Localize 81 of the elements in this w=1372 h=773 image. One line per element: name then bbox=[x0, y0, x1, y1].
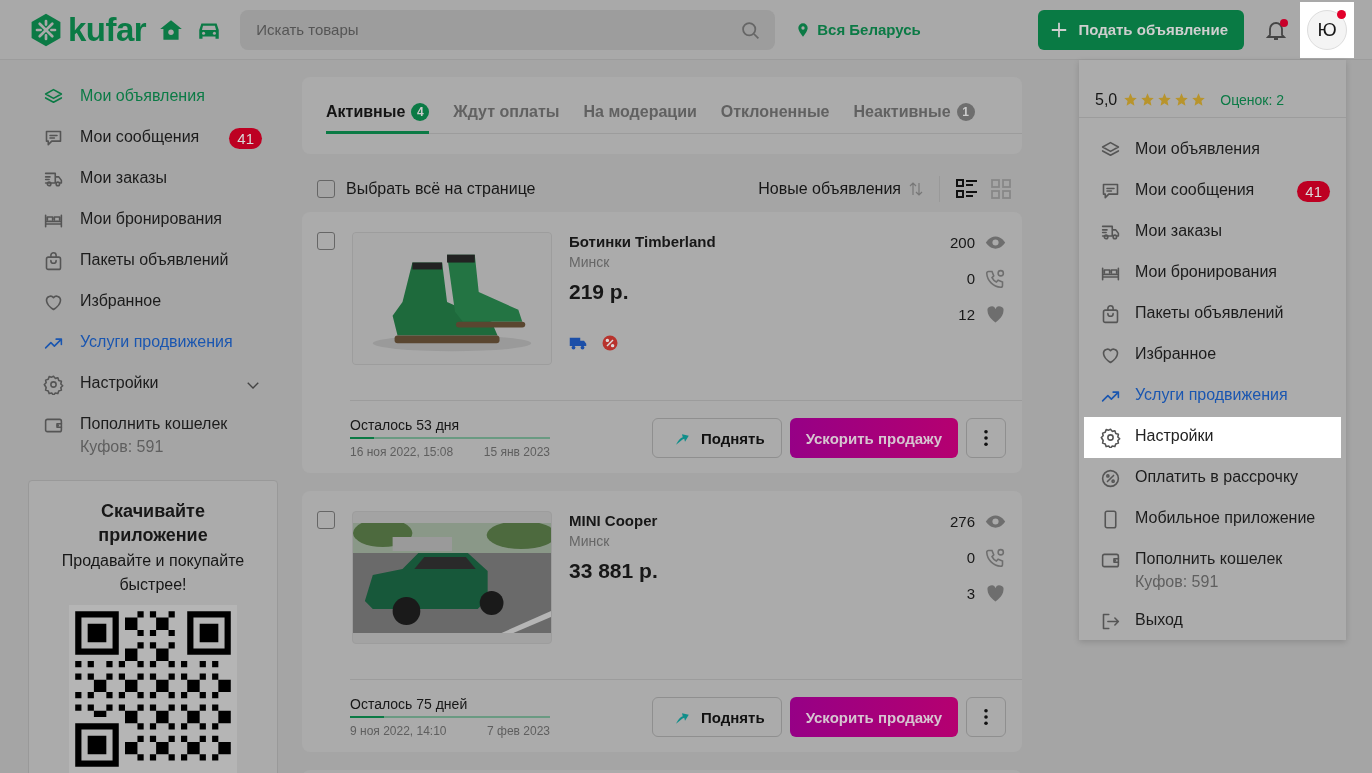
menu-item[interactable]: Мобильное приложение bbox=[1084, 499, 1341, 540]
views-count: 200 bbox=[949, 234, 975, 251]
sidebar-item[interactable]: Мои заказы bbox=[28, 159, 278, 200]
phone-call-icon bbox=[985, 268, 1006, 289]
likes-count: 3 bbox=[966, 585, 975, 602]
menu-item[interactable]: Мои бронирования bbox=[1084, 253, 1341, 294]
start-date: 16 ноя 2022, 15:08 bbox=[350, 445, 454, 459]
boost-sale-button[interactable]: Ускорить продажу bbox=[789, 418, 958, 458]
count-badge: 41 bbox=[229, 128, 262, 149]
menu-item[interactable]: Настройки bbox=[1084, 417, 1341, 458]
likes-count: 12 bbox=[958, 306, 975, 323]
boost-sale-button[interactable]: Ускорить продажу bbox=[789, 697, 958, 737]
more-icon bbox=[983, 429, 989, 447]
listing-price: 219 р. bbox=[569, 280, 630, 304]
gear-icon bbox=[1100, 427, 1121, 448]
star-icon bbox=[1140, 92, 1156, 107]
listing-title[interactable]: Ботинки Timberland bbox=[569, 233, 933, 250]
promo-text: Продавайте и покупайте быстрее! bbox=[60, 551, 246, 595]
listing-price: 33 881 р. bbox=[569, 559, 659, 583]
calls-count: 0 bbox=[966, 549, 975, 566]
listing-city: Минск bbox=[569, 254, 611, 270]
menu-item[interactable]: Мои заказы bbox=[1084, 212, 1341, 253]
plus-icon bbox=[1050, 20, 1069, 39]
menu-item[interactable]: Выход bbox=[1084, 601, 1341, 642]
search-icon[interactable] bbox=[740, 19, 762, 41]
more-button[interactable] bbox=[966, 418, 1006, 458]
bag-icon bbox=[43, 251, 64, 272]
coin-balance: Куфов: 591 bbox=[80, 438, 165, 456]
heart-icon bbox=[43, 292, 64, 313]
rating-value: 5,0 bbox=[1095, 90, 1118, 109]
sidebar-item[interactable]: Мои бронирования bbox=[28, 200, 278, 241]
menu-item[interactable]: Мои сообщения 41 bbox=[1084, 171, 1341, 212]
sidebar-item[interactable]: Пакеты объявлений bbox=[28, 241, 278, 282]
percent-icon bbox=[1100, 468, 1121, 489]
coin-balance: Куфов: 591 bbox=[1135, 573, 1220, 591]
search-field[interactable]: Искать товары bbox=[240, 9, 776, 50]
star-icon bbox=[1123, 92, 1139, 107]
raise-button[interactable]: Поднять bbox=[652, 418, 782, 458]
list-view-icon[interactable] bbox=[954, 177, 980, 201]
sidebar-item[interactable]: Пополнить кошелек Куфов: 591 bbox=[28, 405, 278, 466]
days-remaining: Осталось 75 дней bbox=[350, 696, 469, 712]
sort-dropdown[interactable]: Новые объявления bbox=[758, 180, 925, 198]
end-date: 15 янв 2023 bbox=[483, 445, 550, 459]
menu-item[interactable]: Избранное bbox=[1084, 335, 1341, 376]
sidebar-item[interactable]: Настройки bbox=[28, 364, 278, 405]
calls-count: 0 bbox=[966, 270, 975, 287]
menu-item[interactable]: Пакеты объявлений bbox=[1084, 294, 1341, 335]
views-count: 276 bbox=[949, 513, 975, 530]
menu-item[interactable]: Оплатить в рассрочку bbox=[1084, 458, 1341, 499]
more-icon bbox=[983, 708, 989, 726]
listing-city: Минск bbox=[569, 533, 611, 549]
grid-view-icon[interactable] bbox=[988, 177, 1014, 201]
sort-icon bbox=[907, 180, 925, 198]
heart-icon bbox=[985, 304, 1006, 325]
raise-button[interactable]: Поднять bbox=[652, 697, 782, 737]
days-remaining: Осталось 53 дня bbox=[350, 417, 461, 433]
more-button[interactable] bbox=[966, 697, 1006, 737]
start-date: 9 ноя 2022, 14:10 bbox=[350, 724, 447, 738]
sidebar-item[interactable]: Мои сообщения 41 bbox=[28, 118, 278, 159]
heart-icon bbox=[1100, 345, 1121, 366]
promo-title: Скачивайте приложение bbox=[97, 500, 209, 547]
listing-checkbox[interactable] bbox=[317, 232, 335, 250]
menu-item[interactable]: Мои объявления bbox=[1084, 130, 1341, 171]
end-date: 7 фев 2023 bbox=[487, 724, 550, 738]
star-icon bbox=[1191, 92, 1207, 107]
select-all-checkbox[interactable]: Выбрать всё на странице bbox=[317, 180, 536, 198]
avatar[interactable]: Ю bbox=[1307, 9, 1347, 50]
listing-title[interactable]: MINI Cooper bbox=[569, 512, 933, 529]
sidebar-item[interactable]: Избранное bbox=[28, 282, 278, 323]
bag-icon bbox=[1100, 304, 1121, 325]
star-icon bbox=[1174, 92, 1190, 107]
gear-icon bbox=[43, 374, 64, 395]
phone-call-icon bbox=[985, 547, 1006, 568]
heart-icon bbox=[985, 583, 1006, 604]
status-tab[interactable]: Активные 4 bbox=[326, 99, 430, 134]
logout-icon bbox=[1100, 611, 1121, 632]
listing-checkbox[interactable] bbox=[317, 511, 335, 529]
count-badge: 41 bbox=[1297, 181, 1330, 202]
star-icon bbox=[1157, 92, 1173, 107]
post-ad-button[interactable]: Подать объявление bbox=[1038, 9, 1244, 50]
menu-item[interactable]: Пополнить кошелек Куфов: 591 bbox=[1084, 540, 1341, 601]
